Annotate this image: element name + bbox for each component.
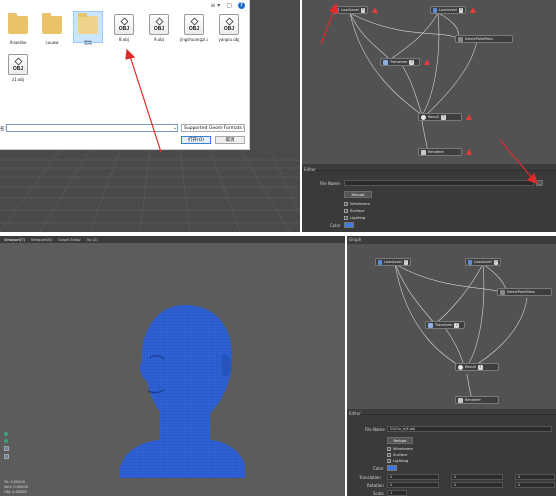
node-menu-button[interactable]: ? [493,259,498,265]
mesh-icon [468,259,473,265]
bottom-graph-editor: Graph LoadLevel ? LoadLevel ? SelectPoin… [347,236,556,496]
scale-label: Scale [373,491,384,496]
tab-vp-z[interactable]: Vp (Z) [87,238,98,242]
sphere-icon [458,364,463,370]
node-label: LoadLevel [474,260,492,264]
file-name-label: File Name [365,427,385,432]
panel-title: Editor [349,411,361,416]
check-icon: ✓ [387,458,391,463]
axis-toggle-icon[interactable] [4,454,9,459]
graph-title: Graph [349,237,362,242]
checkbox-label: Lighting [393,458,409,463]
rotation-label: Rotation [367,483,384,488]
node-loadlevel-a[interactable]: LoadLevel ? [375,258,411,266]
mesh-icon [378,259,383,265]
color-swatch[interactable] [387,465,397,471]
node-label: Result [465,365,476,369]
node-label: Transform [435,323,453,327]
translation-z-field[interactable]: 0 [515,474,555,480]
translation-y-field[interactable]: 0 [451,474,503,480]
surface-checkbox[interactable]: ✓ Surface [387,452,407,457]
grid-toggle-icon[interactable] [4,446,9,451]
annotation-arrows [125,2,538,184]
color-label: Color [373,466,384,471]
translation-x-field[interactable]: 0 [387,474,439,480]
viewport-tab-bar: Viewport(T) Viewport(B) Graph Editor Vp … [0,236,345,243]
wireframe-checkbox[interactable]: ✓ Wireframe [387,446,413,451]
node-label: SelectPointPairs [507,290,535,294]
rotation-z-field[interactable]: 0 [515,482,555,488]
node-label: LoadLevel [384,260,402,264]
viewport-toolbar [4,432,10,459]
node-label: Renderer [465,398,481,402]
light-icon[interactable] [4,439,8,443]
node-transform[interactable]: Transform ? [425,321,465,329]
tab-viewport-b[interactable]: Viewport(B) [31,238,52,242]
reload-button[interactable]: Reload [387,437,413,444]
transform-icon [428,322,433,328]
node-select-point-pairs[interactable]: SelectPointPairs [497,288,552,296]
camera-icon[interactable] [4,432,8,436]
tab-graph-editor[interactable]: Graph Editor [58,238,81,242]
rotation-y-field[interactable]: 0 [451,482,503,488]
stats-line: Obj: 0.00000 [4,490,27,494]
node-renderer[interactable]: Renderer [455,396,499,404]
select-icon [500,289,505,295]
checkbox-label: Wireframe [393,446,413,451]
viewport-stats: Tri: 0.00000 Vert: 0.00000 Obj: 0.00000 [4,480,28,495]
checkbox-label: Surface [393,452,408,457]
tab-viewport-t[interactable]: Viewport(T) [4,238,25,242]
rotation-x-field[interactable]: 0 [387,482,439,488]
check-icon: ✓ [387,446,391,451]
check-icon: ✓ [387,452,391,457]
node-result[interactable]: Result ? [455,363,499,371]
render-icon [458,397,463,403]
scale-field[interactable]: 1 [387,490,407,496]
node-menu-button[interactable]: ? [454,322,460,328]
translation-label: Translation [359,475,381,480]
node-menu-button[interactable]: ? [477,364,483,370]
properties-panel: Editor File Name D:/Our_b/k.obj Reload ✓… [347,411,556,496]
lighting-checkbox[interactable]: ✓ Lighting [387,458,408,463]
bottom-viewport[interactable]: Viewport(T) Viewport(B) Graph Editor Vp … [0,236,345,496]
node-menu-button[interactable]: ? [403,259,408,265]
file-name-field[interactable]: D:/Our_b/k.obj [387,426,552,432]
head-mesh-model[interactable] [0,243,345,496]
node-loadlevel-b[interactable]: LoadLevel ? [465,258,501,266]
